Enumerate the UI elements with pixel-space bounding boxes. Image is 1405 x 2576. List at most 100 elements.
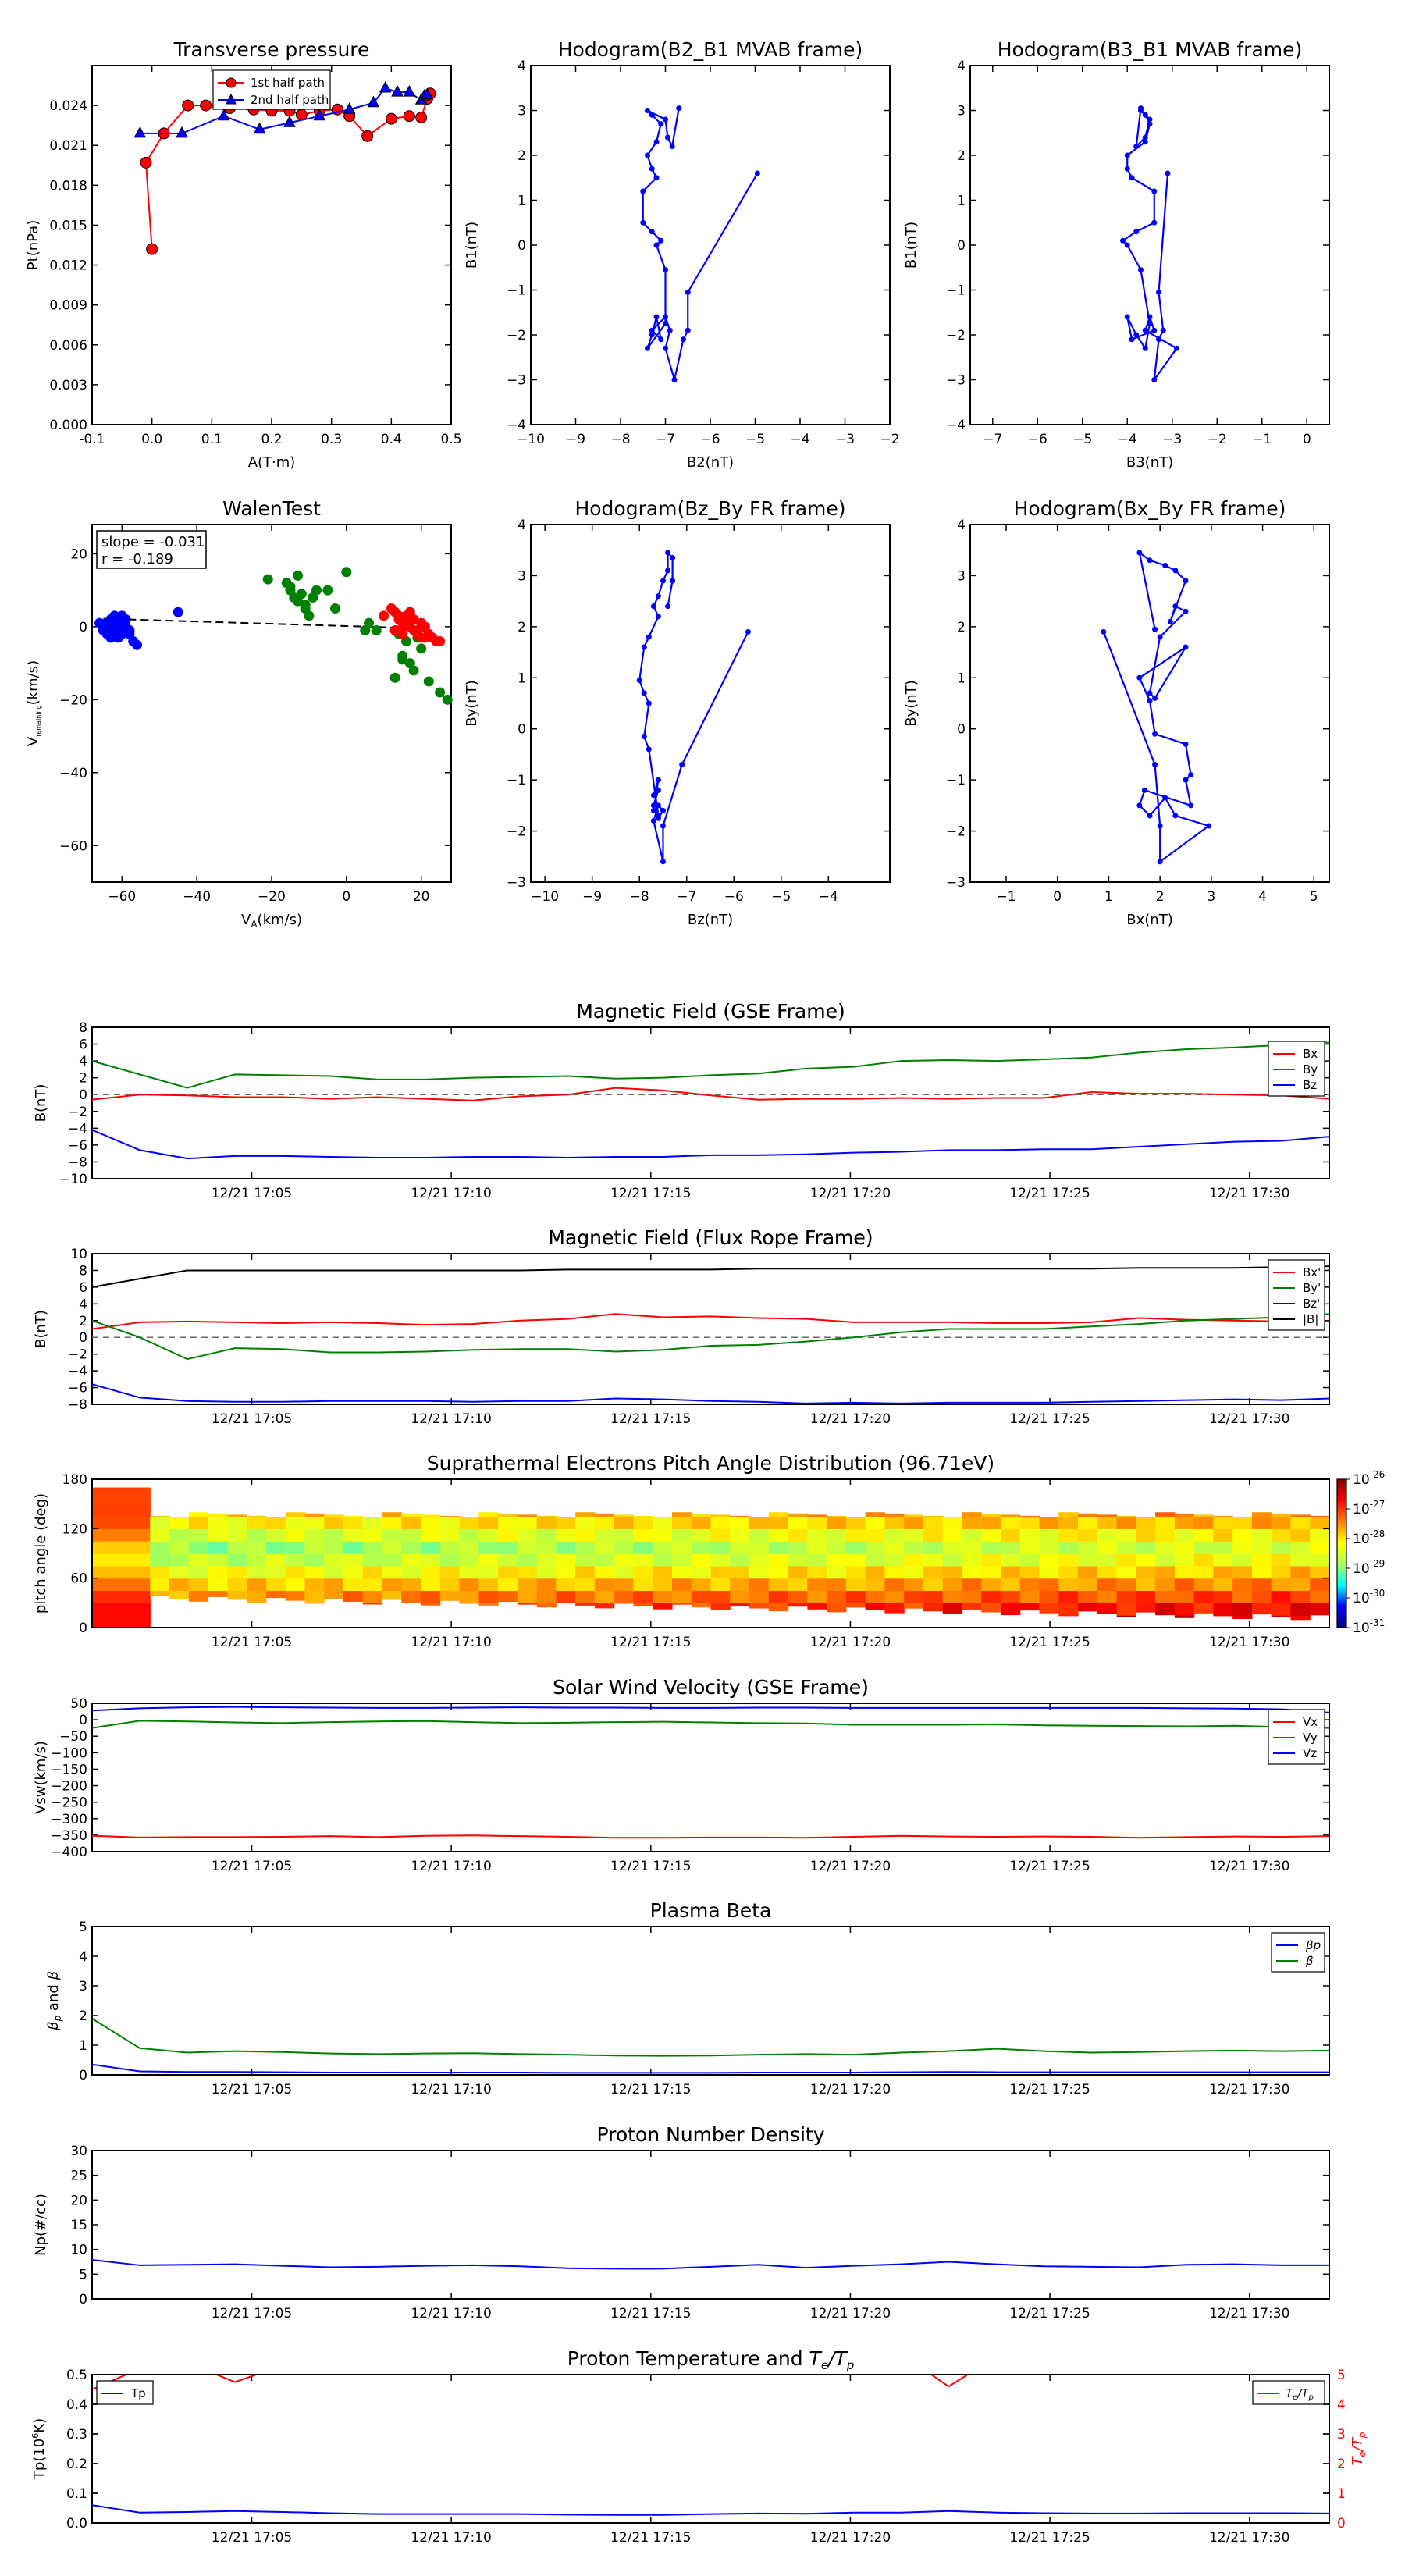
y-tick-label: 8 bbox=[79, 1020, 87, 1036]
heatmap-cell bbox=[730, 1515, 750, 1517]
heatmap-cell bbox=[1232, 1578, 1253, 1592]
x-tick-label: −3 bbox=[1162, 432, 1182, 447]
heatmap-cell bbox=[691, 1528, 712, 1542]
y-tick-label: 2 bbox=[79, 1071, 87, 1087]
x-tick-label: −8 bbox=[630, 889, 649, 905]
heatmap-cell bbox=[962, 1553, 982, 1567]
data-point bbox=[1151, 377, 1158, 382]
heatmap-cell bbox=[1058, 1603, 1079, 1616]
x-tick-label: −6 bbox=[700, 432, 720, 447]
heatmap-cell bbox=[304, 1553, 325, 1567]
heatmap-cell bbox=[265, 1528, 286, 1542]
heatmap-cell bbox=[633, 1515, 653, 1517]
heatmap-cell bbox=[1290, 1516, 1311, 1529]
series-line-Tp bbox=[92, 2504, 1329, 2516]
series-line-By bbox=[92, 1041, 1329, 1089]
heatmap-cell bbox=[1058, 1565, 1079, 1579]
y-tick-label: 0.015 bbox=[49, 218, 87, 233]
x-tick-label: 0 bbox=[342, 889, 350, 905]
heatmap-cell bbox=[1213, 1565, 1233, 1579]
heatmap-cell bbox=[111, 1615, 132, 1628]
heatmap-cell bbox=[807, 1565, 827, 1579]
heatmap-cell bbox=[575, 1516, 596, 1529]
x-tick-label: −4 bbox=[790, 432, 809, 447]
heatmap-cell bbox=[962, 1565, 982, 1579]
heatmap-cell bbox=[459, 1565, 479, 1579]
heatmap-cell bbox=[845, 1578, 866, 1592]
heatmap-cell bbox=[1116, 1590, 1136, 1603]
y-tick-label: 6 bbox=[79, 1280, 87, 1296]
bfr-frame bbox=[91, 1253, 1330, 1405]
y-tick-label: 0.2 bbox=[66, 2457, 87, 2472]
data-point bbox=[650, 807, 656, 813]
heatmap-cell bbox=[421, 1514, 441, 1517]
heatmap-cell bbox=[382, 1590, 402, 1600]
scatter-point bbox=[379, 610, 389, 621]
scatter-point bbox=[416, 643, 427, 654]
heatmap-cell bbox=[1251, 1553, 1272, 1567]
heatmap-cell bbox=[904, 1514, 924, 1517]
heatmap-cell bbox=[150, 1553, 170, 1567]
time-tick-label: 12/21 17:05 bbox=[212, 1635, 292, 1650]
heatmap-cell bbox=[343, 1528, 364, 1542]
heatmap-cell bbox=[923, 1541, 944, 1554]
heatmap-cell bbox=[362, 1578, 383, 1592]
heatmap-cell bbox=[401, 1590, 422, 1603]
series-line-Vy bbox=[92, 1720, 1329, 1729]
heatmap-cell bbox=[459, 1541, 479, 1554]
heatmap-cell bbox=[130, 1615, 151, 1628]
scatter-point bbox=[397, 628, 408, 639]
data-point bbox=[1172, 603, 1179, 610]
heatmap-cell bbox=[324, 1590, 344, 1599]
heatmap-cell bbox=[498, 1516, 518, 1529]
x-tick-label: 3 bbox=[1207, 889, 1215, 905]
heatmap-cell bbox=[942, 1565, 963, 1579]
legend-label: Vz bbox=[1303, 1746, 1317, 1760]
heatmap-cell bbox=[904, 1590, 924, 1603]
heatmap-cell bbox=[1078, 1516, 1098, 1529]
heatmap-cell bbox=[827, 1603, 847, 1613]
time-tick-label: 12/21 17:10 bbox=[411, 2306, 491, 2322]
data-point bbox=[660, 807, 666, 813]
x-axis-label: Bx(nT) bbox=[1126, 912, 1172, 928]
y-tick-label: 20 bbox=[70, 2193, 87, 2208]
y-tick-label: 15 bbox=[70, 2218, 87, 2233]
heatmap-cell bbox=[401, 1541, 422, 1554]
colorbar-label: 10-31 bbox=[1353, 1617, 1385, 1636]
legend-sub-p: p bbox=[1308, 2393, 1314, 2402]
heatmap-cell bbox=[1116, 1541, 1136, 1554]
data-point bbox=[650, 817, 656, 824]
heatmap-cell bbox=[439, 1590, 461, 1601]
annotation-r: r = -0.189 bbox=[101, 551, 173, 568]
heatmap-cell bbox=[556, 1541, 576, 1554]
x-axis-label: Bz(nT) bbox=[688, 912, 733, 928]
heatmap-cell bbox=[788, 1565, 808, 1579]
heatmap-cell bbox=[1116, 1515, 1136, 1517]
data-point bbox=[1133, 144, 1140, 149]
legend: 1st half path 2nd half path bbox=[212, 69, 331, 110]
heatmap-cell bbox=[382, 1512, 402, 1517]
heatmap-cell bbox=[324, 1553, 344, 1567]
heatmap-cell bbox=[536, 1603, 557, 1608]
x-tick-label: −2 bbox=[880, 432, 899, 447]
y-tick-label: −3 bbox=[946, 373, 966, 389]
heatmap-cell bbox=[691, 1578, 712, 1592]
heatmap-cell bbox=[150, 1541, 170, 1554]
y-tick-label: −10 bbox=[59, 1172, 87, 1187]
heatmap-cell bbox=[382, 1516, 402, 1529]
heatmap-cell bbox=[556, 1553, 576, 1567]
heatmap-cell bbox=[1019, 1603, 1040, 1611]
y-axis-label: B(nT) bbox=[33, 1310, 49, 1348]
scatter-point bbox=[262, 574, 273, 585]
scatter-point bbox=[442, 694, 453, 705]
scatter-point bbox=[341, 567, 352, 578]
data-point bbox=[660, 859, 666, 865]
heatmap-cell bbox=[227, 1578, 247, 1592]
time-tick-label: 12/21 17:10 bbox=[411, 2082, 491, 2097]
y-tick-label: 0 bbox=[79, 1713, 87, 1728]
data-point bbox=[745, 628, 751, 635]
heatmap-cell bbox=[382, 1578, 402, 1592]
data-point bbox=[1147, 813, 1153, 819]
colorbar-exp: -26 bbox=[1370, 1469, 1385, 1480]
heatmap-cell bbox=[111, 1590, 132, 1603]
